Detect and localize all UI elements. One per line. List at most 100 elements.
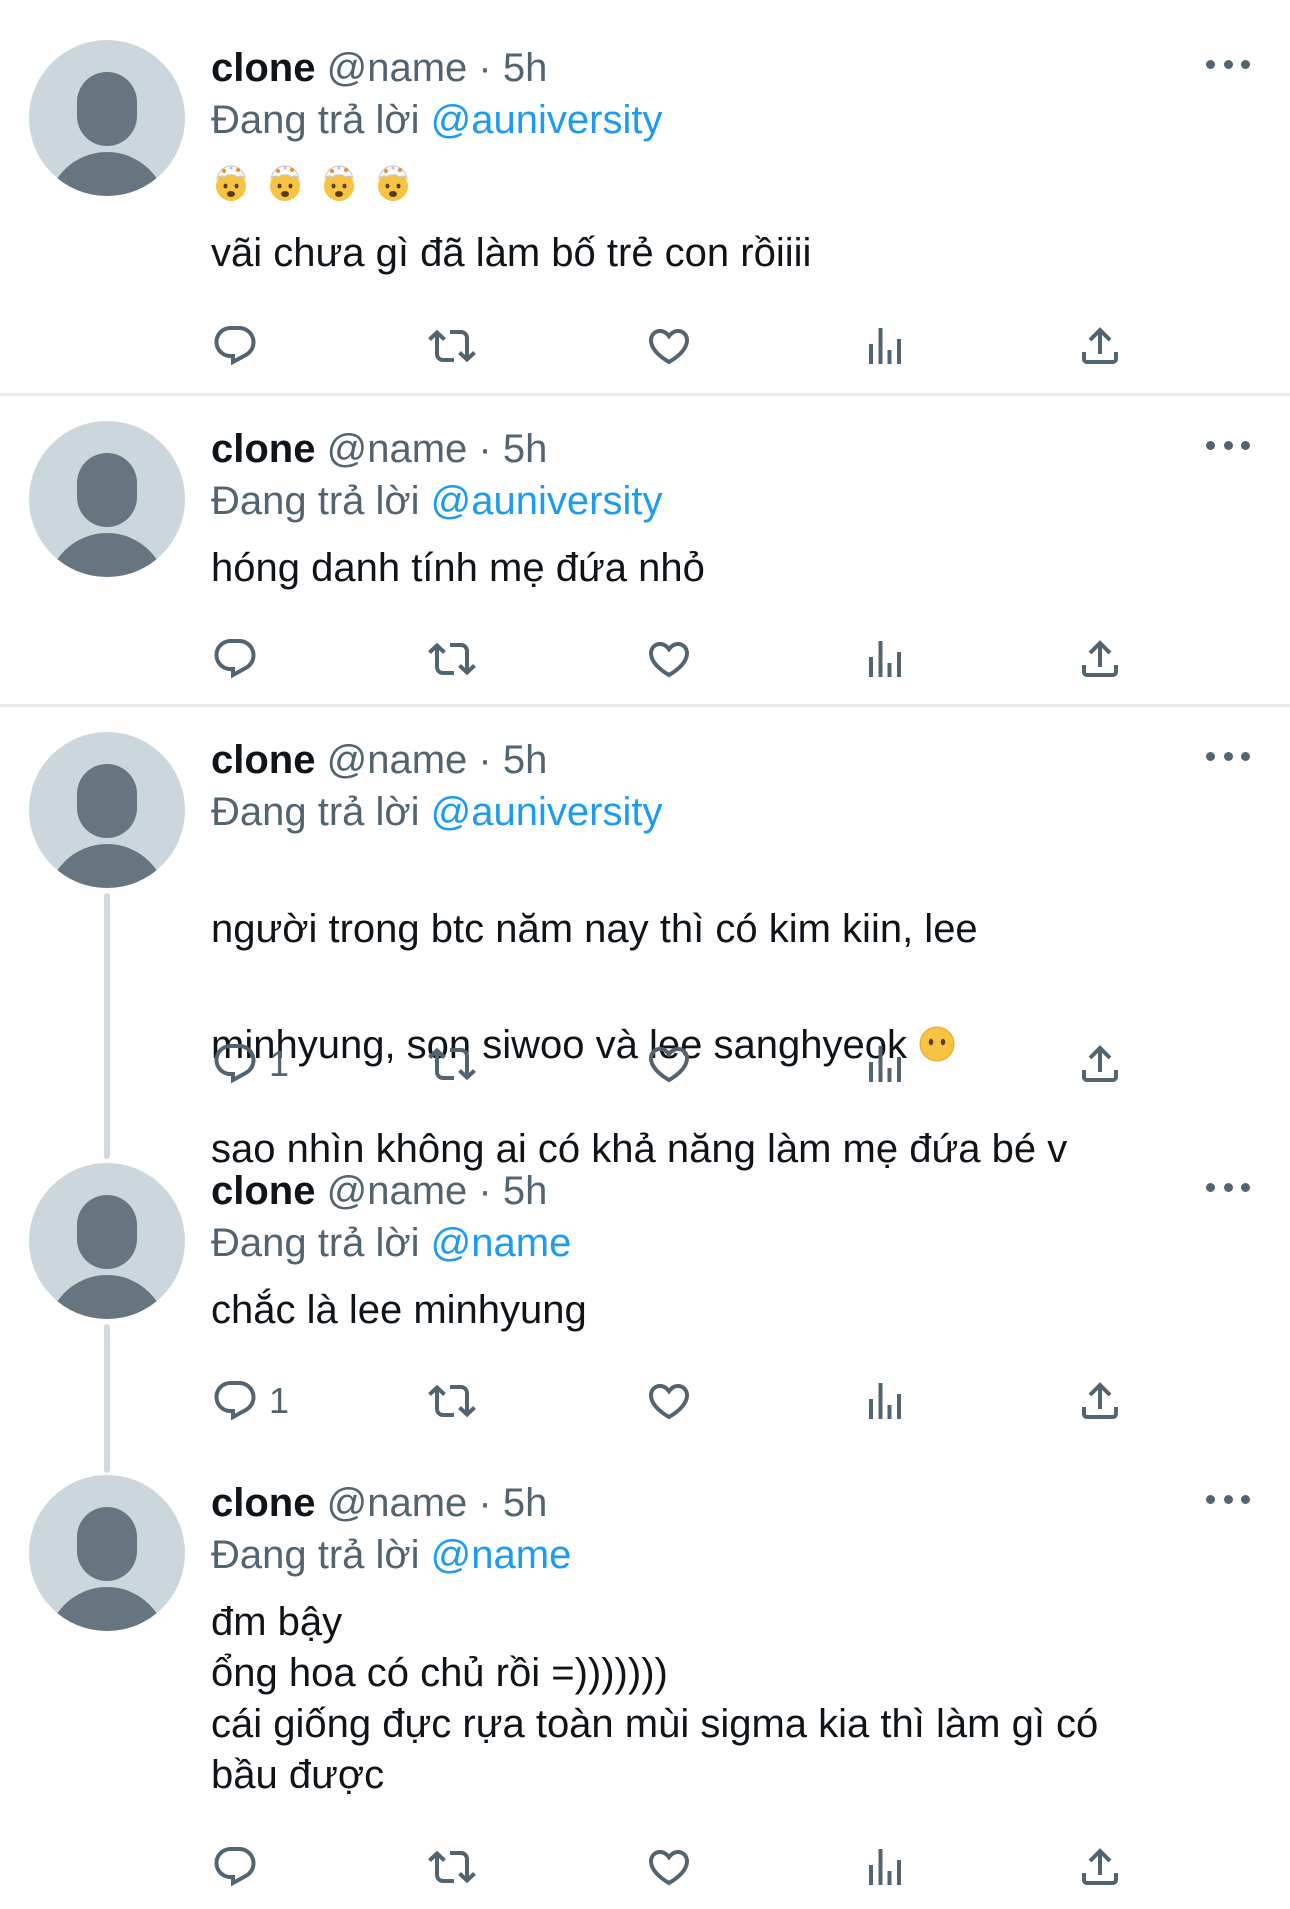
replying-to: Đang trả lời @auniversity (211, 96, 662, 144)
retweet-icon (428, 1040, 476, 1088)
views-button[interactable] (861, 1841, 909, 1893)
handle[interactable]: @name (327, 46, 468, 90)
tweet-text-line: người trong btc năm nay thì có kim kiin,… (211, 907, 978, 951)
tweet-actions (0, 320, 1290, 372)
display-name[interactable]: clone (211, 738, 315, 782)
reply-icon (211, 1377, 259, 1425)
share-button[interactable] (1076, 320, 1124, 372)
heart-icon (645, 635, 693, 683)
share-icon (1076, 635, 1124, 683)
handle[interactable]: @name (327, 427, 468, 471)
analytics-icon (861, 635, 909, 683)
separator: · (478, 427, 492, 471)
tweet[interactable]: clone @name · 5h Đang trả lời @auniversi… (0, 732, 1290, 1171)
replying-to: Đang trả lời @name (211, 1219, 571, 1267)
tweet-header: clone @name · 5h (211, 736, 547, 784)
more-icon[interactable] (1206, 54, 1250, 74)
reply-icon (211, 635, 259, 683)
timestamp[interactable]: 5h (503, 427, 548, 471)
heart-icon (645, 1843, 693, 1891)
views-button[interactable] (861, 633, 909, 685)
tweet[interactable]: clone @name · 5h Đang trả lời @auniversi… (0, 421, 1290, 721)
retweet-button[interactable] (428, 1038, 476, 1090)
share-button[interactable] (1076, 633, 1124, 685)
handle[interactable]: @name (327, 738, 468, 782)
exploding-head-emoji (211, 162, 251, 202)
heart-icon (645, 322, 693, 370)
handle[interactable]: @name (327, 1169, 468, 1213)
display-name[interactable]: clone (211, 1169, 315, 1213)
views-button[interactable] (861, 1375, 909, 1427)
avatar[interactable] (29, 732, 185, 888)
display-name[interactable]: clone (211, 427, 315, 471)
share-button[interactable] (1076, 1038, 1124, 1090)
reply-button[interactable] (211, 1841, 259, 1893)
more-icon[interactable] (1206, 746, 1250, 766)
timestamp[interactable]: 5h (503, 1481, 548, 1525)
timestamp[interactable]: 5h (503, 1169, 548, 1213)
like-button[interactable] (645, 1375, 693, 1427)
replying-to-label: Đang trả lời (211, 790, 420, 834)
reply-button[interactable]: 1 (211, 1375, 289, 1427)
timestamp[interactable]: 5h (503, 738, 548, 782)
mention-link[interactable]: @name (431, 1221, 572, 1265)
more-icon[interactable] (1206, 1177, 1250, 1197)
replying-to-label: Đang trả lời (211, 479, 420, 523)
retweet-button[interactable] (428, 1841, 476, 1893)
exploding-head-emoji (319, 162, 359, 202)
retweet-icon (428, 1843, 476, 1891)
retweet-button[interactable] (428, 320, 476, 372)
handle[interactable]: @name (327, 1481, 468, 1525)
views-button[interactable] (861, 1038, 909, 1090)
mention-link[interactable]: @auniversity (431, 479, 663, 523)
exploding-head-emoji (373, 162, 413, 202)
tweet[interactable]: clone @name · 5h Đang trả lời @auniversi… (0, 40, 1290, 370)
tweet[interactable]: clone @name · 5h Đang trả lời @name đm b… (0, 1475, 1290, 1909)
retweet-icon (428, 635, 476, 683)
views-button[interactable] (861, 320, 909, 372)
replying-to: Đang trả lời @auniversity (211, 477, 662, 525)
share-button[interactable] (1076, 1841, 1124, 1893)
reply-button[interactable] (211, 320, 259, 372)
separator: · (478, 1481, 492, 1525)
tweet[interactable]: clone @name · 5h Đang trả lời @name chắc… (0, 1163, 1290, 1463)
like-button[interactable] (645, 1841, 693, 1893)
like-button[interactable] (645, 320, 693, 372)
share-button[interactable] (1076, 1375, 1124, 1427)
like-button[interactable] (645, 1038, 693, 1090)
reply-count: 1 (269, 1043, 290, 1084)
reply-button[interactable] (211, 633, 259, 685)
avatar[interactable] (29, 1475, 185, 1631)
tweet-header: clone @name · 5h (211, 425, 547, 473)
reply-button[interactable]: 1 (211, 1038, 289, 1090)
timestamp[interactable]: 5h (503, 46, 548, 90)
avatar[interactable] (29, 1163, 185, 1319)
reply-count: 1 (269, 1380, 290, 1421)
mention-link[interactable]: @name (431, 1533, 572, 1577)
more-icon[interactable] (1206, 435, 1250, 455)
replying-to-label: Đang trả lời (211, 98, 420, 142)
like-button[interactable] (645, 633, 693, 685)
reply-icon (211, 322, 259, 370)
retweet-button[interactable] (428, 633, 476, 685)
display-name[interactable]: clone (211, 1481, 315, 1525)
divider (0, 704, 1290, 707)
separator: · (478, 46, 492, 90)
analytics-icon (861, 1843, 909, 1891)
more-icon[interactable] (1206, 1489, 1250, 1509)
tweet-header: clone @name · 5h (211, 1167, 547, 1215)
avatar[interactable] (29, 421, 185, 577)
retweet-button[interactable] (428, 1375, 476, 1427)
mention-link[interactable]: @auniversity (431, 790, 663, 834)
share-icon (1076, 322, 1124, 370)
tweet-feed: clone @name · 5h Đang trả lời @auniversi… (0, 0, 1290, 1909)
separator: · (478, 1169, 492, 1213)
tweet-header: clone @name · 5h (211, 1479, 547, 1527)
reply-icon (211, 1843, 259, 1891)
analytics-icon (861, 322, 909, 370)
mention-link[interactable]: @auniversity (431, 98, 663, 142)
avatar[interactable] (29, 40, 185, 196)
analytics-icon (861, 1040, 909, 1088)
separator: · (478, 738, 492, 782)
display-name[interactable]: clone (211, 46, 315, 90)
